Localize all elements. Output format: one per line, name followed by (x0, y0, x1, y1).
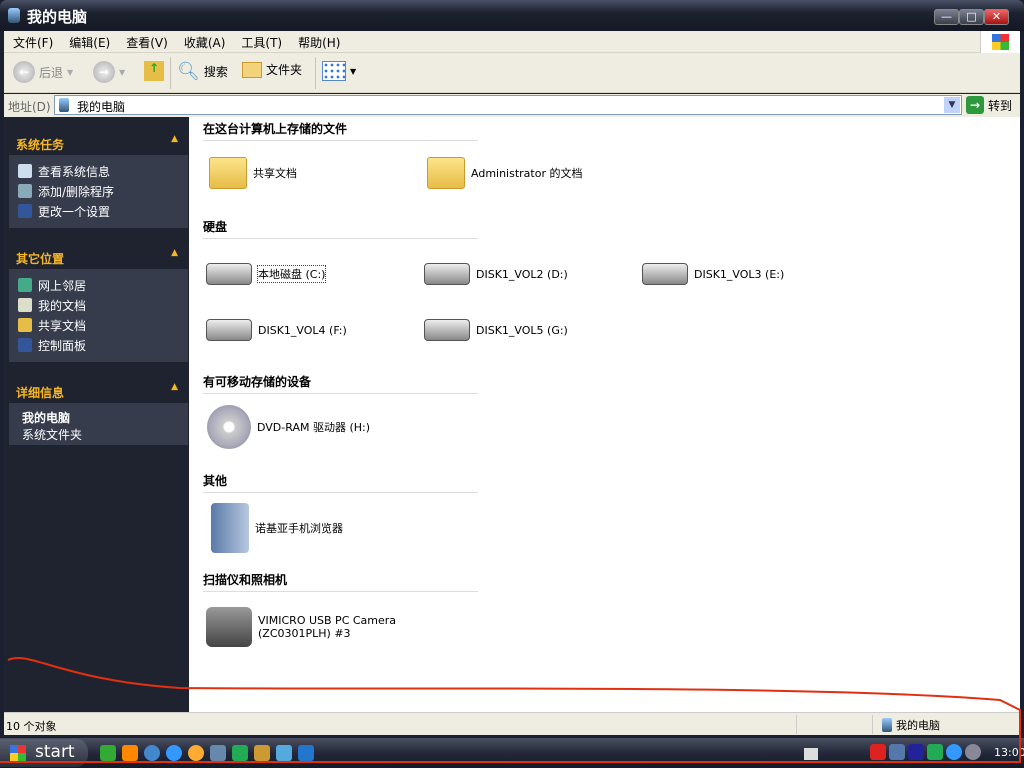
red-annotation-marks (0, 656, 1021, 763)
